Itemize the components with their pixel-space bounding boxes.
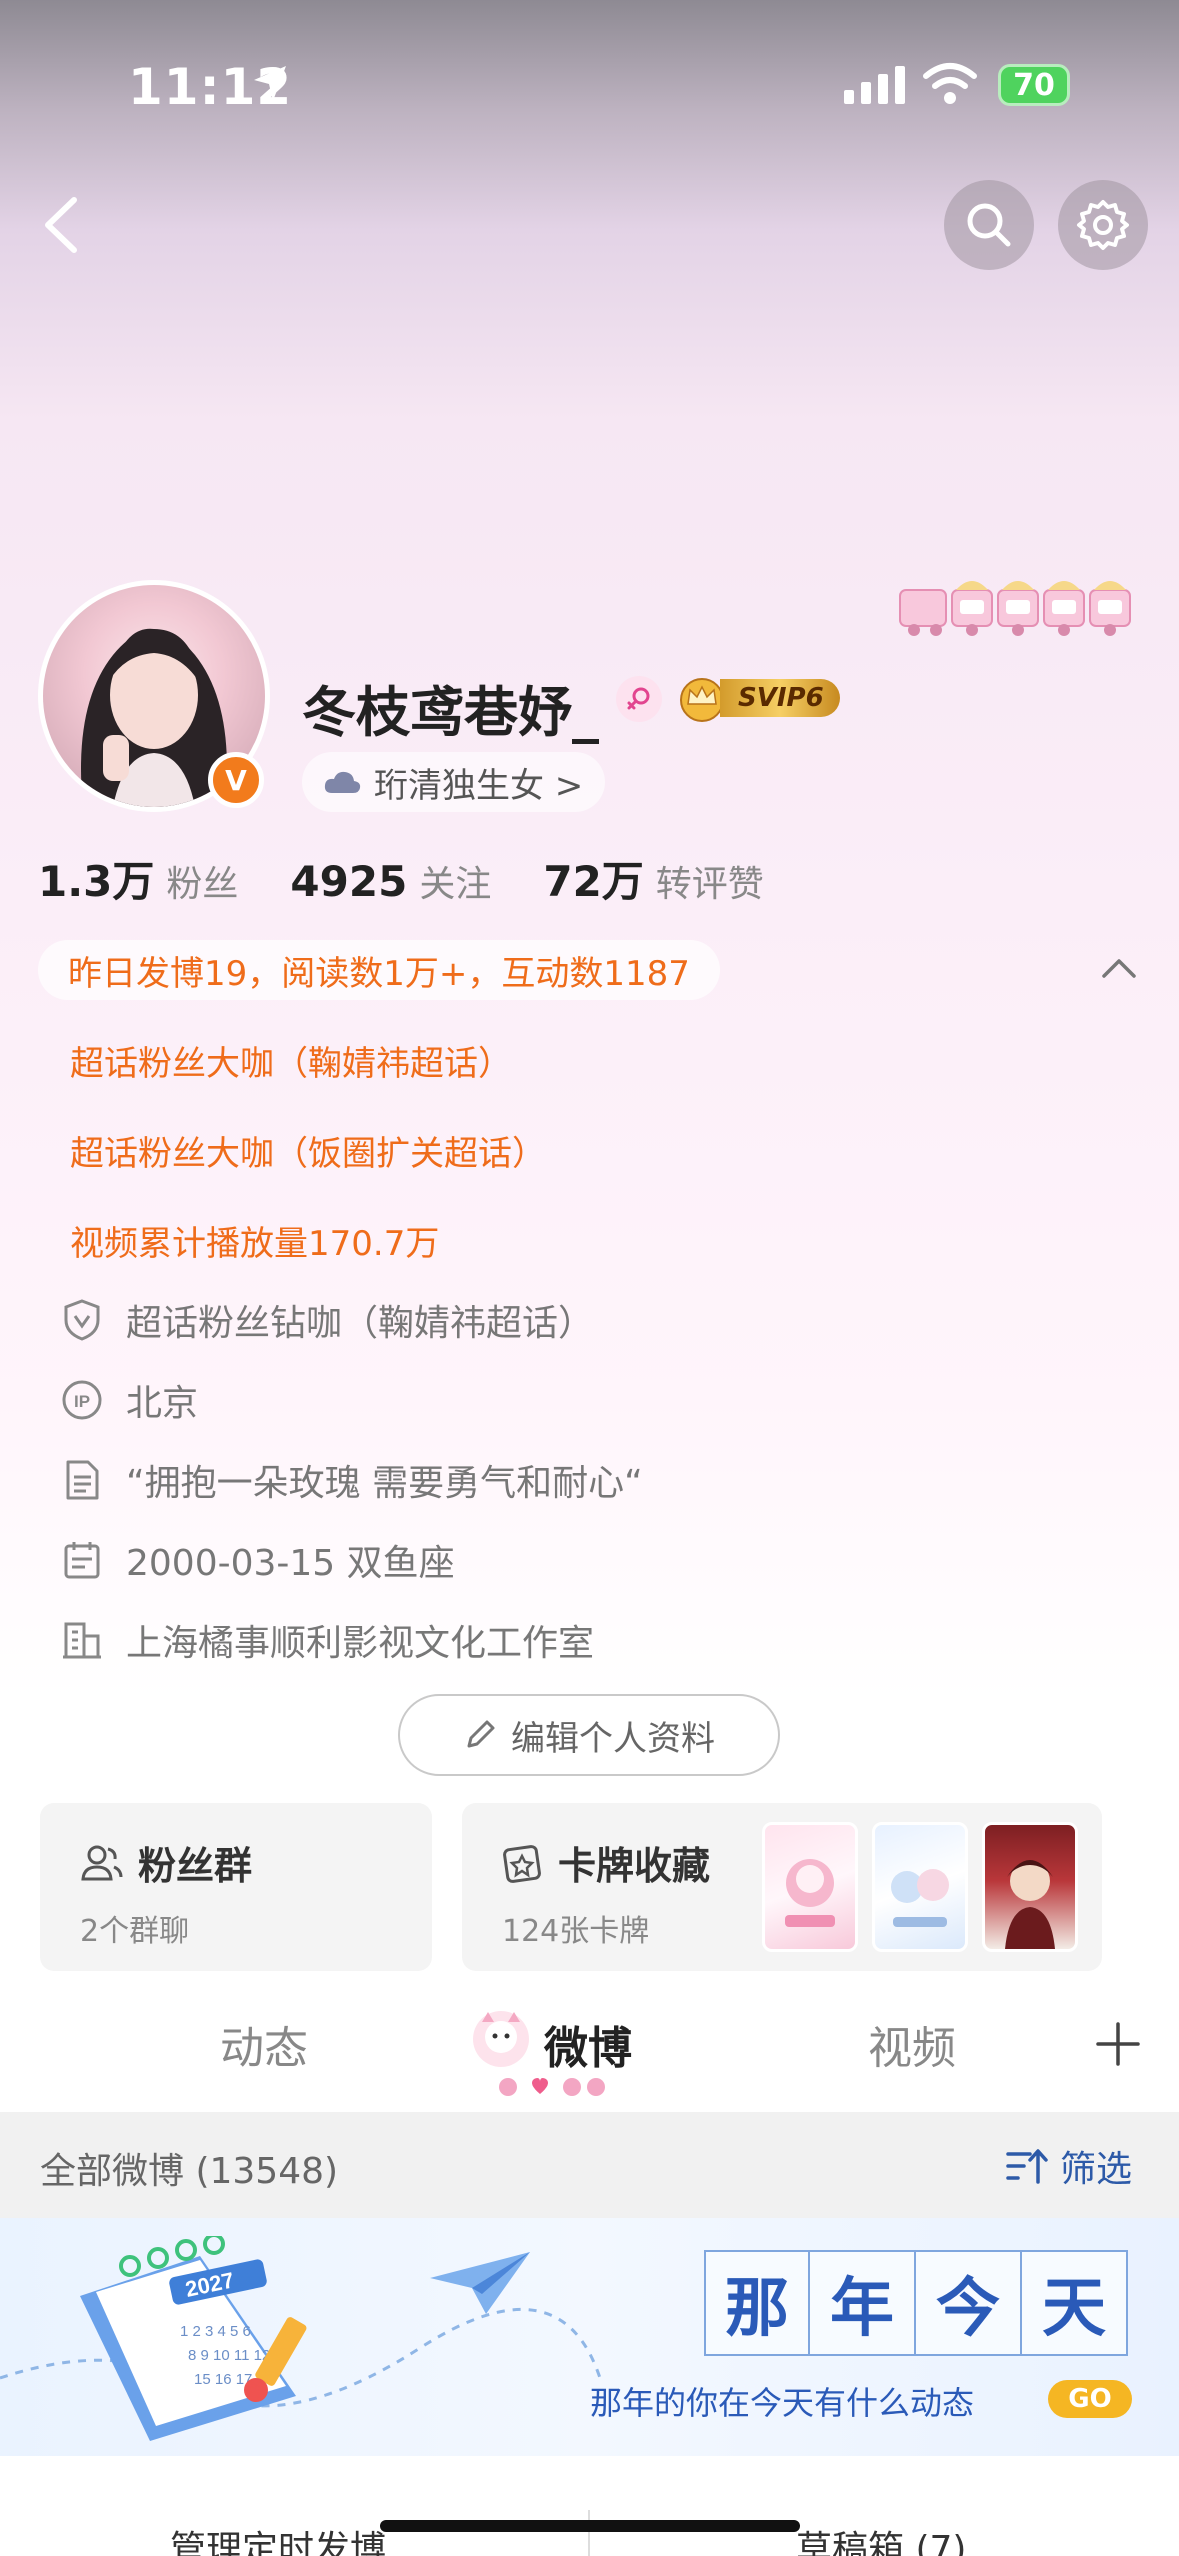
go-button[interactable]: GO (1048, 2380, 1132, 2418)
card-collection-sub: 124张卡牌 (502, 1914, 650, 1949)
chevron-up-icon[interactable] (1100, 954, 1138, 980)
stat-value: 72万 (543, 857, 644, 906)
stat-label: 关注 (419, 864, 492, 905)
back-icon[interactable] (26, 190, 96, 260)
drafts-button[interactable]: 草稿箱 (7) (796, 2520, 966, 2556)
stat-label: 转评赞 (655, 864, 764, 905)
info-bio-text: “拥抱一朵玫瑰 需要勇气和耐心“ (126, 1463, 643, 1504)
info-ip-text: 北京 (126, 1383, 199, 1424)
yesterday-summary-text: 昨日发博19，阅读数1万+，互动数1187 (68, 953, 690, 994)
female-gender-icon (616, 676, 662, 722)
stat-value: 1.3万 (38, 857, 155, 906)
divider (588, 2510, 590, 2556)
tab-weibo[interactable]: 微博 (544, 2012, 632, 2076)
gear-icon (1077, 200, 1129, 250)
card-thumbnail[interactable] (982, 1822, 1078, 1952)
calendar-icon (60, 1538, 104, 1582)
filter-label: 筛选 (1060, 2149, 1133, 2190)
calendar-illustration-icon: 2027 1 2 3 4 5 68 9 10 11 1215 16 17 18 (80, 2236, 307, 2441)
card-thumbnail[interactable] (762, 1822, 858, 1952)
info-badge-text: 超话粉丝钻咖（鞠婧祎超话） (126, 1303, 595, 1344)
shield-icon (60, 1298, 104, 1342)
stat-interactions[interactable]: 72万 转评赞 (543, 848, 763, 909)
stat-value: 4925 (290, 857, 408, 906)
paper-plane-icon (430, 2252, 530, 2314)
profile-tabs: 动态 微博 视频 (0, 1990, 1179, 2110)
fans-group-sub: 2个群聊 (80, 1914, 190, 1949)
achievement-item: 视频累计播放量170.7万 (70, 1224, 440, 1264)
document-icon (60, 1458, 104, 1502)
title-chip-label: 珩清独生女 > (374, 765, 584, 806)
home-indicator[interactable] (380, 2520, 800, 2532)
tab-active-indicator-icon (499, 2078, 605, 2096)
svg-text:8 9 10 11 12: 8 9 10 11 12 (188, 2347, 270, 2364)
cloud-icon (324, 771, 361, 793)
info-birthday-text: 2000-03-15 双鱼座 (126, 1543, 455, 1584)
card-thumbnail[interactable] (872, 1822, 968, 1952)
filter-button[interactable]: 筛选 (1006, 2140, 1132, 2192)
verified-badge: V (208, 752, 264, 808)
svg-text:1 2 3 4 5 6: 1 2 3 4 5 6 (180, 2323, 251, 2340)
title-char: 今 (916, 2250, 1022, 2356)
achievement-item: 超话粉丝大咖（鞠婧祎超话） (70, 1044, 512, 1084)
filter-bar: 全部微博 (13548) 筛选 (0, 2112, 1179, 2218)
svip-label: SVIP6 (720, 679, 840, 717)
username: 冬枝鸢巷妤_ (302, 681, 599, 744)
svip-badge[interactable]: SVIP6 (676, 674, 840, 722)
location-arrow-icon (254, 66, 286, 101)
settings-button[interactable] (1058, 180, 1148, 270)
all-weibo-count: 全部微博 (13548) (40, 2151, 339, 2192)
filter-icon (1006, 2149, 1048, 2184)
tab-video[interactable]: 视频 (868, 2012, 956, 2076)
info-row-company: 上海橘事顺利影视文化工作室 (60, 1614, 594, 1666)
scheduled-posts-button[interactable]: 管理定时发博 (170, 2520, 386, 2556)
pencil-icon (467, 1720, 495, 1748)
fans-group-title: 粉丝群 (138, 1844, 253, 1888)
title-char: 那 (704, 2250, 810, 2356)
group-icon (81, 1845, 123, 1880)
fans-group-card[interactable]: 粉丝群 2个群聊 (40, 1803, 432, 1971)
svg-text:IP: IP (74, 1392, 90, 1411)
ip-location-icon: IP (60, 1378, 104, 1422)
achievement-item: 超话粉丝大咖（饭圈扩关超话） (70, 1134, 546, 1174)
decorative-train-icon (899, 581, 1131, 636)
profile-stats: 1.3万 粉丝 4925 关注 72万 转评赞 (38, 848, 816, 909)
title-chip[interactable]: 珩清独生女 > (302, 752, 606, 812)
card-collection-icon (503, 1844, 541, 1883)
info-company-text: 上海橘事顺利影视文化工作室 (126, 1623, 595, 1664)
tab-dynamics[interactable]: 动态 (220, 2012, 308, 2076)
tab-weibo-decoration-icon (466, 2004, 536, 2078)
on-this-day-subtitle: 那年的你在今天有什么动态 (590, 2384, 975, 2422)
stat-following[interactable]: 4925 关注 (290, 855, 491, 907)
cellular-signal-icon (844, 66, 905, 104)
info-row-badge: 超话粉丝钻咖（鞠婧祎超话） (60, 1294, 594, 1346)
search-icon (967, 203, 1011, 247)
card-collection-title: 卡牌收藏 (558, 1844, 711, 1888)
info-row-ip: IP 北京 (60, 1374, 198, 1426)
building-icon (60, 1618, 104, 1662)
yesterday-summary[interactable]: 昨日发博19，阅读数1万+，互动数1187 (38, 940, 720, 1000)
stat-label: 粉丝 (166, 864, 239, 905)
on-this-day-title: 那 年 今 天 (704, 2250, 1128, 2356)
search-button[interactable] (944, 180, 1034, 270)
on-this-day-banner[interactable]: 2027 1 2 3 4 5 68 9 10 11 12 15 16 17 18 … (0, 2218, 1179, 2456)
battery-indicator: 70 (998, 64, 1070, 106)
stat-followers[interactable]: 1.3万 粉丝 (38, 848, 238, 909)
info-row-bio: “拥抱一朵玫瑰 需要勇气和耐心“ (60, 1454, 643, 1506)
title-char: 年 (810, 2250, 916, 2356)
wifi-icon (923, 63, 977, 104)
title-char: 天 (1022, 2250, 1128, 2356)
edit-profile-label: 编辑个人资料 (511, 1718, 715, 1759)
info-row-birthday: 2000-03-15 双鱼座 (60, 1534, 455, 1586)
add-tab-icon[interactable] (1094, 2020, 1142, 2068)
edit-profile-button[interactable]: 编辑个人资料 (398, 1694, 780, 1776)
